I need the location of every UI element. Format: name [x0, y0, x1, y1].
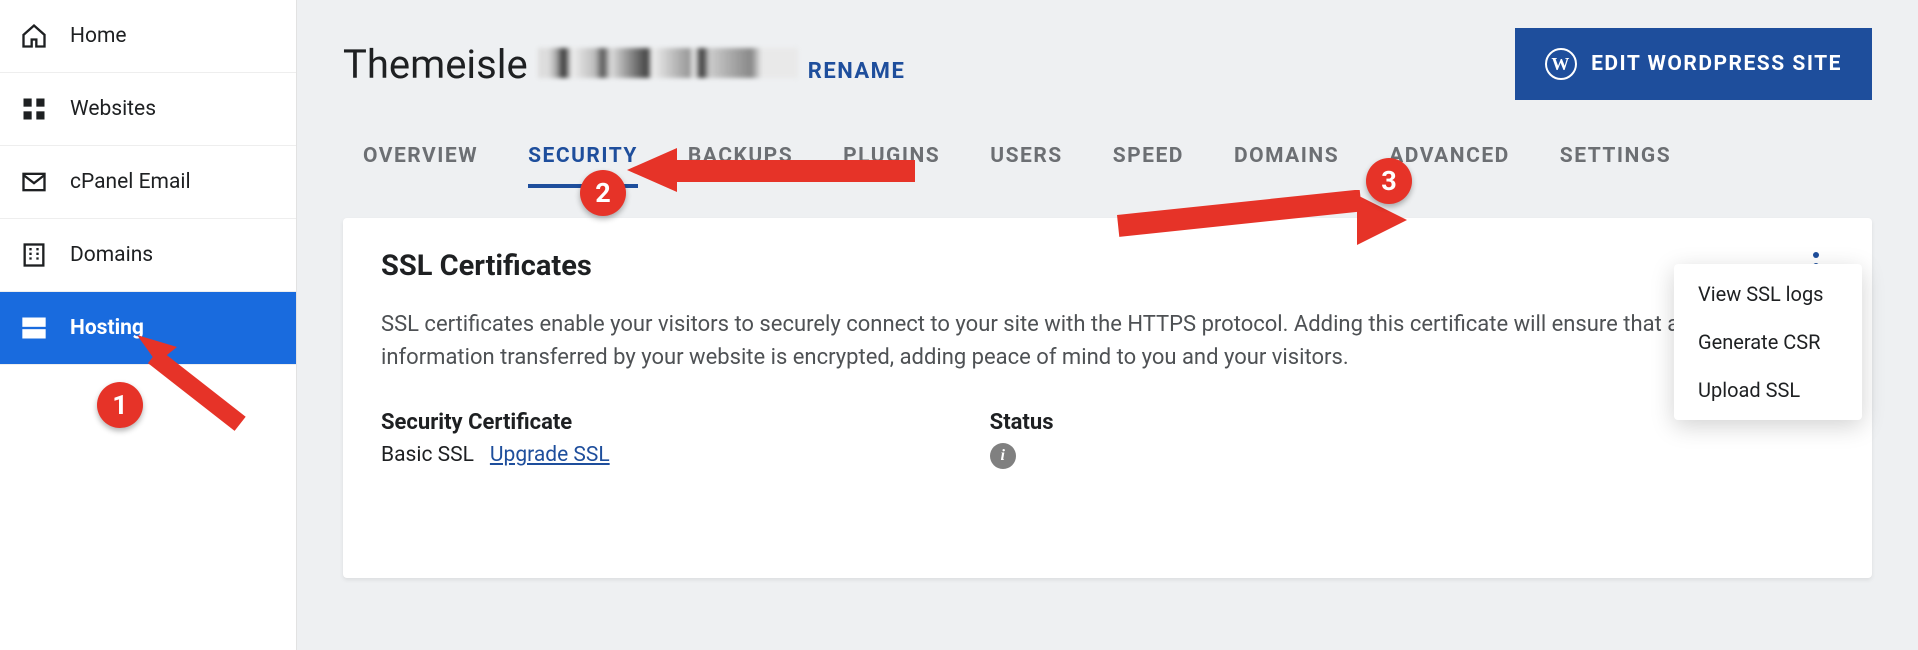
redacted-domain [538, 48, 798, 78]
sidebar-item-label: cPanel Email [70, 170, 191, 194]
page-header: Themeisle RENAME W EDIT WORDPRESS SITE [343, 28, 1872, 100]
title-row: Themeisle RENAME [343, 41, 905, 88]
annotation-arrow-3 [1117, 190, 1407, 260]
sidebar-item-label: Home [70, 24, 127, 48]
annotation-arrow-2 [627, 140, 927, 200]
upgrade-ssl-link[interactable]: Upgrade SSL [490, 443, 610, 467]
info-icon[interactable]: i [990, 443, 1016, 469]
building-icon [20, 241, 48, 269]
column-value: i [990, 443, 1054, 469]
wordpress-icon: W [1545, 48, 1577, 80]
sidebar-item-label: Websites [70, 97, 156, 121]
annotation-arrow-1 [137, 335, 297, 465]
card-title: SSL Certificates [381, 249, 592, 283]
tab-domains[interactable]: DOMAINS [1234, 144, 1339, 188]
tab-speed[interactable]: SPEED [1113, 144, 1184, 188]
tab-users[interactable]: USERS [990, 144, 1062, 188]
tab-settings[interactable]: SETTINGS [1560, 144, 1671, 188]
grid-icon [20, 95, 48, 123]
column-certificate: Security Certificate Basic SSL Upgrade S… [381, 410, 610, 469]
ssl-actions-dropdown: View SSL logs Generate CSR Upload SSL [1674, 264, 1862, 420]
column-status: Status i [990, 410, 1054, 469]
annotation-badge-2: 2 [580, 170, 626, 216]
card-header: SSL Certificates [381, 248, 1834, 284]
sidebar-item-cpanel-email[interactable]: cPanel Email [0, 146, 296, 219]
tab-overview[interactable]: OVERVIEW [363, 144, 478, 188]
site-name: Themeisle [343, 41, 528, 88]
annotation-badge-1: 1 [97, 382, 143, 428]
edit-wordpress-button[interactable]: W EDIT WORDPRESS SITE [1515, 28, 1872, 100]
column-value: Basic SSL Upgrade SSL [381, 443, 610, 467]
dropdown-item-upload-ssl[interactable]: Upload SSL [1674, 366, 1862, 414]
rename-link[interactable]: RENAME [808, 59, 906, 84]
mail-icon [20, 168, 48, 196]
sidebar-item-label: Hosting [70, 316, 144, 340]
ssl-card: SSL Certificates SSL certificates enable… [343, 218, 1872, 578]
sidebar-item-domains[interactable]: Domains [0, 219, 296, 292]
sidebar-item-label: Domains [70, 243, 153, 267]
annotation-badge-3: 3 [1366, 158, 1412, 204]
column-title: Status [990, 410, 1054, 435]
sidebar-item-websites[interactable]: Websites [0, 73, 296, 146]
column-title: Security Certificate [381, 410, 610, 435]
card-columns: Security Certificate Basic SSL Upgrade S… [381, 410, 1834, 469]
server-icon [20, 314, 48, 342]
sidebar: Home Websites cPanel Email Domains Hosti… [0, 0, 297, 650]
ssl-value: Basic SSL [381, 443, 474, 467]
home-icon [20, 22, 48, 50]
tabs: OVERVIEW SECURITY BACKUPS PLUGINS USERS … [343, 144, 1872, 188]
main-content: Themeisle RENAME W EDIT WORDPRESS SITE O… [297, 0, 1918, 650]
sidebar-item-home[interactable]: Home [0, 0, 296, 73]
dropdown-item-generate-csr[interactable]: Generate CSR [1674, 318, 1862, 366]
edit-button-label: EDIT WORDPRESS SITE [1591, 52, 1842, 76]
dropdown-item-view-logs[interactable]: View SSL logs [1674, 270, 1862, 318]
card-description: SSL certificates enable your visitors to… [381, 308, 1711, 374]
